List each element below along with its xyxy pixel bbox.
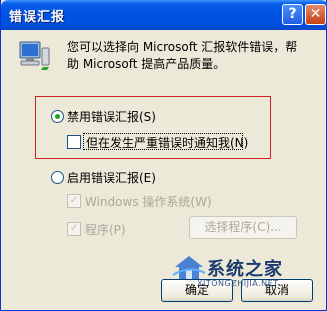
- disable-reporting-label[interactable]: 禁用错误汇报(S): [67, 108, 156, 125]
- window-title: 错误汇报: [9, 10, 66, 25]
- intro-text: 您可以选择向 Microsoft 汇报软件错误，帮助 Microsoft 提高产…: [67, 40, 298, 71]
- enable-reporting-label[interactable]: 启用错误汇报(E): [67, 169, 156, 186]
- computer-icon: [19, 41, 50, 70]
- watermark: 系统之家 XITONGZHIJIA.NET: [173, 251, 323, 291]
- close-icon: ✕: [309, 6, 322, 22]
- watermark-url: XITONGZHIJIA.NET: [197, 279, 279, 288]
- help-icon: ?: [288, 6, 297, 22]
- house-logo-icon: [173, 256, 205, 279]
- choose-programs-button[interactable]: 选择程序(C)...: [189, 216, 297, 239]
- notify-checkbox[interactable]: [67, 135, 81, 149]
- close-button[interactable]: ✕: [305, 4, 326, 25]
- watermark-brand: 系统之家: [207, 259, 283, 280]
- enable-reporting-radio[interactable]: [51, 171, 64, 184]
- programs-label: 程序(P): [85, 223, 126, 237]
- help-button[interactable]: ?: [282, 4, 303, 25]
- programs-checkbox[interactable]: ✓: [67, 222, 81, 236]
- windows-checkbox[interactable]: ✓: [67, 194, 81, 208]
- windows-label: Windows 操作系统(W): [85, 195, 212, 209]
- disable-reporting-radio[interactable]: [51, 110, 64, 123]
- notify-label[interactable]: 但在发生严重错误时通知我(N): [86, 134, 248, 151]
- title-bar[interactable]: 错误汇报 ? ✕: [1, 0, 327, 30]
- error-reporting-dialog: 错误汇报 ? ✕ 您可以选择向 Microsoft 汇报软件错误，帮助 Micr…: [0, 0, 327, 311]
